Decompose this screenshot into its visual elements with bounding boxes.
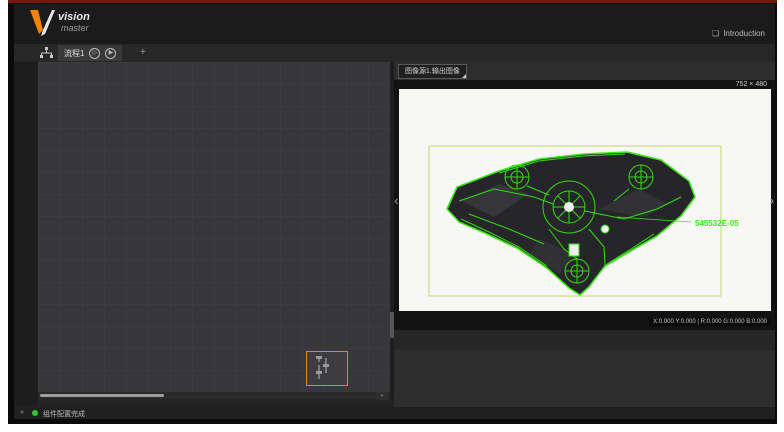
tool-sidebar [14, 62, 38, 406]
app-logo: vision master [28, 8, 128, 40]
next-image-arrow[interactable]: › [769, 192, 774, 208]
inspection-overlay: 545532E-05 [399, 89, 771, 311]
canvas-minimap[interactable] [306, 351, 348, 386]
logo-text-master: master [61, 23, 89, 33]
pixel-coords-readout: X:0.000 Y:0.000 | R:0.000 G:0.000 B:0.00… [649, 318, 771, 326]
image-source-selector-label: 图像源1.输出图像 [405, 68, 460, 75]
run-flow-once-button[interactable]: ▷ [89, 48, 100, 59]
app-window: vision master ❏ Introduction 流程1 ▷ ▶ [14, 4, 775, 419]
inspection-image: 545532E-05 [399, 89, 771, 311]
status-ok-indicator [32, 410, 38, 416]
visionmaster-v-icon [28, 8, 56, 38]
introduction-label: Introduction [723, 29, 765, 38]
measurement-label: 545532E-05 [695, 219, 739, 228]
center-hole [564, 202, 574, 212]
add-flow-button[interactable]: + [140, 47, 146, 58]
result-table [394, 350, 775, 407]
minimap-sketch [307, 352, 345, 383]
flow-tab-row: 流程1 ▷ ▶ + [14, 44, 775, 63]
canvas-horizontal-scrollbar[interactable] [38, 392, 390, 399]
viewer-toolbar: 图像源1.输出图像 [394, 62, 775, 80]
status-bar: » 组件配置完成 [14, 407, 775, 419]
screenshot-frame: vision master ❏ Introduction 流程1 ▷ ▶ [8, 0, 777, 424]
flow-tab-process1[interactable]: 流程1 ▷ ▶ [58, 45, 122, 61]
window-top-border [8, 0, 777, 3]
result-tabs [394, 330, 775, 351]
scrollbar-thumb[interactable] [40, 394, 164, 397]
image-viewer[interactable]: 752 × 480 [394, 80, 775, 330]
run-flow-loop-button[interactable]: ▶ [105, 48, 116, 59]
logo-text-vision: vision [58, 11, 90, 23]
image-source-selector[interactable]: 图像源1.输出图像 [398, 64, 467, 79]
status-expand-button[interactable]: » [20, 409, 24, 416]
selector-corner-fold [462, 74, 466, 78]
minimap-collapse-button[interactable]: ⌄ [376, 392, 388, 400]
part-silhouette [447, 152, 695, 295]
image-resolution: 752 × 480 [736, 81, 767, 88]
flow-tab-label: 流程1 [64, 48, 84, 59]
flow-hierarchy-icon[interactable] [40, 47, 53, 59]
title-bar: vision master ❏ Introduction [14, 4, 775, 44]
introduction-icon: ❏ [712, 29, 719, 38]
introduction-link[interactable]: ❏ Introduction [712, 29, 765, 38]
status-message: 组件配置完成 [43, 409, 85, 419]
prev-image-arrow[interactable]: ‹ [394, 192, 399, 208]
flowchart-canvas[interactable] [38, 62, 390, 392]
